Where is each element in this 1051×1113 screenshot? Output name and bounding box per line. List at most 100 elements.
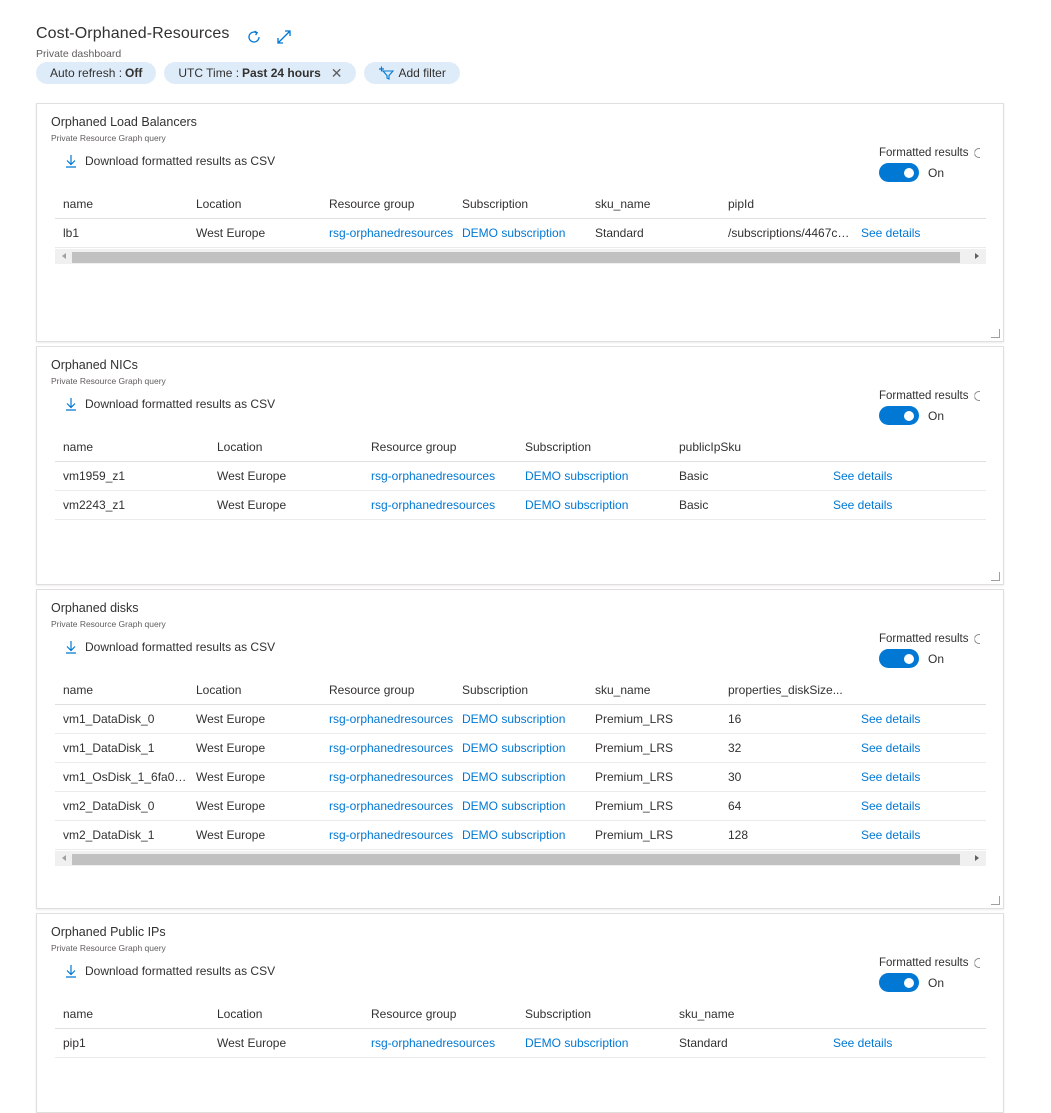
resize-handle[interactable] — [991, 896, 1000, 905]
add-filter-button[interactable]: Add filter — [364, 62, 460, 84]
cell-location: West Europe — [196, 712, 266, 726]
formatted-results-control: Formatted results On — [879, 957, 987, 992]
column-header[interactable]: Subscription — [454, 683, 587, 697]
info-icon[interactable] — [974, 958, 980, 968]
resize-handle[interactable] — [991, 329, 1000, 338]
horizontal-scrollbar[interactable] — [55, 249, 986, 264]
scroll-right-icon[interactable] — [975, 253, 979, 259]
column-header[interactable]: properties_diskSize... — [720, 683, 853, 697]
resource-group-link[interactable]: rsg-orphanedresources — [321, 770, 454, 784]
column-header[interactable]: name — [55, 440, 209, 454]
time-range-value: Past 24 hours — [242, 66, 321, 80]
column-header[interactable]: Resource group — [321, 197, 454, 211]
resource-group-link[interactable]: rsg-orphanedresources — [363, 498, 517, 512]
resource-group-link[interactable]: rsg-orphanedresources — [321, 741, 454, 755]
fullscreen-icon[interactable] — [275, 28, 293, 46]
subscription-link[interactable]: DEMO subscription — [454, 828, 587, 842]
column-header[interactable]: name — [55, 683, 188, 697]
subscription-link[interactable]: DEMO subscription — [454, 770, 587, 784]
subscription-link[interactable]: DEMO subscription — [517, 498, 671, 512]
scrollbar-thumb[interactable] — [72, 854, 960, 865]
cell-location: West Europe — [196, 741, 266, 755]
column-header[interactable]: Location — [188, 197, 321, 211]
see-details-link[interactable]: See details — [825, 498, 979, 512]
subscription-link[interactable]: DEMO subscription — [454, 226, 587, 240]
subscription-link[interactable]: DEMO subscription — [454, 712, 587, 726]
cell-name: vm1959_z1 — [63, 469, 126, 483]
see-details-link[interactable]: See details — [825, 469, 979, 483]
download-csv-button[interactable]: Download formatted results as CSV — [65, 964, 275, 978]
resize-handle[interactable] — [991, 572, 1000, 581]
scroll-left-icon[interactable] — [62, 253, 66, 259]
formatted-results-toggle[interactable] — [879, 649, 919, 668]
column-header[interactable]: name — [55, 197, 188, 211]
column-header[interactable]: pipId — [720, 197, 853, 211]
download-label: Download formatted results as CSV — [85, 154, 276, 168]
download-csv-button[interactable]: Download formatted results as CSV — [65, 640, 275, 654]
subscription-link[interactable]: DEMO subscription — [454, 799, 587, 813]
see-details-link[interactable]: See details — [853, 226, 986, 240]
download-csv-button[interactable]: Download formatted results as CSV — [65, 397, 275, 411]
cell-location: West Europe — [196, 799, 266, 813]
grid-header: name Location Resource group Subscriptio… — [55, 432, 986, 462]
tile-subtitle: Private Resource Graph query — [51, 133, 166, 143]
refresh-icon[interactable] — [245, 28, 263, 46]
info-icon[interactable] — [974, 391, 980, 401]
subscription-link[interactable]: DEMO subscription — [454, 741, 587, 755]
column-header[interactable]: sku_name — [671, 1007, 825, 1021]
resource-group-link[interactable]: rsg-orphanedresources — [321, 226, 454, 240]
see-details-link[interactable]: See details — [853, 712, 986, 726]
download-icon — [66, 641, 76, 654]
table-row: vm1_DataDisk_1 West Europe rsg-orphanedr… — [55, 734, 986, 763]
time-range-pill[interactable]: UTC Time : Past 24 hours ✕ — [164, 62, 357, 84]
column-header[interactable]: Subscription — [517, 1007, 671, 1021]
formatted-results-label: Formatted results — [879, 147, 969, 159]
column-header[interactable]: sku_name — [587, 683, 720, 697]
auto-refresh-pill[interactable]: Auto refresh : Off — [36, 62, 157, 84]
column-header[interactable]: Resource group — [363, 440, 517, 454]
close-icon[interactable]: ✕ — [331, 65, 343, 82]
resource-group-link[interactable]: rsg-orphanedresources — [321, 799, 454, 813]
column-header[interactable]: Resource group — [321, 683, 454, 697]
column-header[interactable]: Location — [188, 683, 321, 697]
column-header[interactable]: sku_name — [587, 197, 720, 211]
column-header[interactable]: name — [55, 1007, 209, 1021]
cell-name: vm2_DataDisk_1 — [63, 828, 155, 842]
column-header[interactable]: Location — [209, 440, 363, 454]
subscription-link[interactable]: DEMO subscription — [517, 1036, 671, 1050]
see-details-link[interactable]: See details — [853, 741, 986, 755]
tile-title: Orphaned Load Balancers — [51, 115, 197, 129]
scroll-right-icon[interactable] — [975, 855, 979, 861]
column-header[interactable]: Location — [209, 1007, 363, 1021]
horizontal-scrollbar[interactable] — [55, 851, 986, 866]
tile-orphaned-disks: Orphaned disks Private Resource Graph qu… — [36, 589, 1004, 909]
column-header[interactable]: publicIpSku — [671, 440, 825, 454]
add-filter-label: Add filter — [398, 66, 446, 80]
scroll-left-icon[interactable] — [62, 855, 66, 861]
download-label: Download formatted results as CSV — [85, 640, 276, 654]
see-details-link[interactable]: See details — [853, 770, 986, 784]
see-details-link[interactable]: See details — [853, 828, 986, 842]
table-row: vm1_DataDisk_0 West Europe rsg-orphanedr… — [55, 705, 986, 734]
see-details-link[interactable]: See details — [825, 1036, 979, 1050]
resource-group-link[interactable]: rsg-orphanedresources — [321, 828, 454, 842]
download-csv-button[interactable]: Download formatted results as CSV — [65, 154, 275, 168]
formatted-results-toggle[interactable] — [879, 406, 919, 425]
formatted-results-toggle[interactable] — [879, 973, 919, 992]
table-row: vm1959_z1 West Europe rsg-orphanedresour… — [55, 462, 986, 491]
dashboard-subtitle: Private dashboard — [36, 48, 122, 60]
resource-group-link[interactable]: rsg-orphanedresources — [321, 712, 454, 726]
resource-group-link[interactable]: rsg-orphanedresources — [363, 469, 517, 483]
see-details-link[interactable]: See details — [853, 799, 986, 813]
table-row: vm2_DataDisk_0 West Europe rsg-orphanedr… — [55, 792, 986, 821]
info-icon[interactable] — [974, 148, 980, 158]
column-header[interactable]: Subscription — [454, 197, 587, 211]
info-icon[interactable] — [974, 634, 980, 644]
resource-group-link[interactable]: rsg-orphanedresources — [363, 1036, 517, 1050]
column-header[interactable]: Subscription — [517, 440, 671, 454]
cell-location: West Europe — [196, 226, 266, 240]
scrollbar-thumb[interactable] — [72, 252, 960, 263]
column-header[interactable]: Resource group — [363, 1007, 517, 1021]
subscription-link[interactable]: DEMO subscription — [517, 469, 671, 483]
formatted-results-toggle[interactable] — [879, 163, 919, 182]
